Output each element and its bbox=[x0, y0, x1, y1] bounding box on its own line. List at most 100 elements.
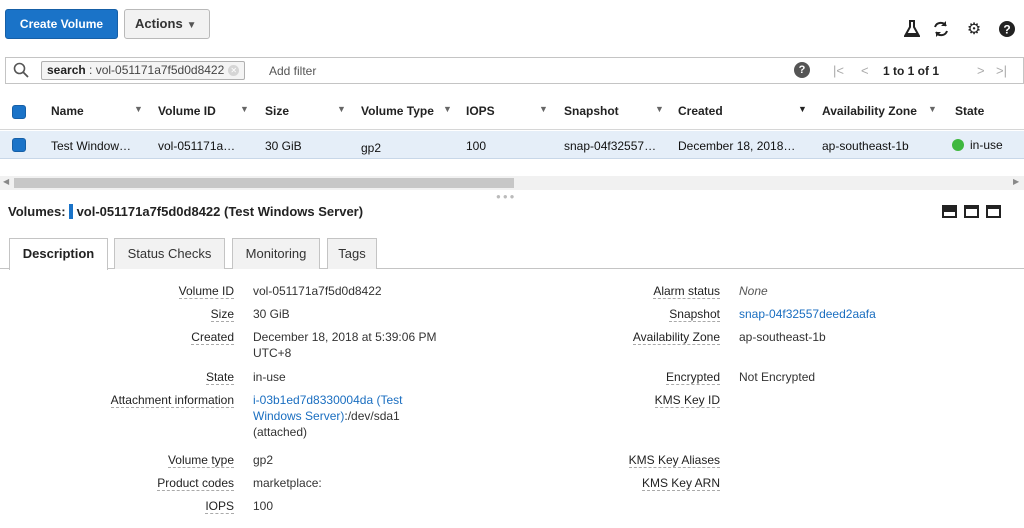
label-kms-key-arn: KMS Key ARN bbox=[641, 476, 720, 491]
column-header-snapshot[interactable]: Snapshot bbox=[564, 104, 619, 118]
value-product-codes: marketplace: bbox=[253, 476, 322, 490]
value-state: in-use bbox=[253, 370, 286, 384]
sort-icon[interactable]: ▼ bbox=[443, 104, 452, 114]
search-icon bbox=[13, 62, 29, 78]
snapshot-link[interactable]: snap-04f32557deed2aafa bbox=[739, 306, 876, 322]
column-header-volume-type[interactable]: Volume Type bbox=[361, 104, 434, 118]
sort-icon[interactable]: ▼ bbox=[539, 104, 548, 114]
label-snapshot: Snapshot bbox=[669, 307, 720, 322]
detail-title-value: vol-051171a7f5d0d8422 (Test Windows Serv… bbox=[76, 204, 364, 219]
instance-link[interactable]: i-03b1ed7d8330004da (Test bbox=[253, 392, 433, 408]
last-page-icon[interactable]: >| bbox=[996, 63, 1007, 78]
create-volume-button[interactable]: Create Volume bbox=[5, 9, 118, 39]
layout-split-icon[interactable] bbox=[964, 205, 979, 218]
tab-description[interactable]: Description bbox=[9, 238, 108, 270]
cell-created: December 18, 2018… bbox=[678, 139, 796, 153]
attach-status: (attached) bbox=[253, 425, 308, 439]
cell-iops: 100 bbox=[466, 139, 487, 153]
search-filter-token[interactable]: search : vol-051171a7f5d0d8422 ✕ bbox=[41, 61, 246, 80]
filter-bar: search : vol-051171a7f5d0d8422 ✕ Add filt… bbox=[5, 57, 1024, 84]
status-dot-icon bbox=[952, 139, 964, 151]
prev-page-icon[interactable]: < bbox=[861, 63, 869, 78]
sort-icon[interactable]: ▼ bbox=[134, 104, 143, 114]
actions-dropdown[interactable]: Actions ▼ bbox=[124, 9, 210, 39]
value-volume-id: vol-051171a7f5d0d8422 bbox=[253, 284, 382, 298]
select-all-checkbox[interactable] bbox=[12, 105, 26, 119]
actions-label: Actions bbox=[135, 16, 183, 31]
sort-icon[interactable]: ▼ bbox=[655, 104, 664, 114]
column-header-name[interactable]: Name bbox=[51, 104, 84, 118]
label-alarm-status: Alarm status bbox=[653, 284, 720, 299]
instance-link-cont[interactable]: Windows Server) bbox=[253, 409, 344, 423]
pagination: |< < 1 to 1 of 1 > >| bbox=[828, 63, 1018, 81]
scroll-left-icon[interactable]: ◀ bbox=[3, 177, 9, 186]
next-page-icon[interactable]: > bbox=[977, 63, 985, 78]
label-state: State bbox=[205, 370, 234, 385]
cell-size: 30 GiB bbox=[265, 139, 302, 153]
value-iops: 100 bbox=[253, 499, 274, 513]
toolbar: Create Volume Actions ▼ ⚙ ? bbox=[0, 0, 1024, 48]
column-header-volume-id[interactable]: Volume ID bbox=[158, 104, 216, 118]
detail-tabs: Description Status Checks Monitoring Tag… bbox=[0, 238, 1024, 270]
table-row[interactable]: Test Window… vol-051171a… 30 GiB gp2 100… bbox=[0, 131, 1024, 159]
label-size: Size bbox=[210, 307, 234, 322]
value-encrypted: Not Encrypted bbox=[739, 370, 816, 384]
cell-state: in-use bbox=[952, 138, 1003, 152]
detail-title-prefix: Volumes: bbox=[8, 204, 66, 219]
page-range: 1 to 1 of 1 bbox=[883, 64, 940, 78]
column-header-state[interactable]: State bbox=[955, 104, 984, 118]
column-header-created[interactable]: Created bbox=[678, 104, 723, 118]
horizontal-scrollbar[interactable]: ◀ ▶ bbox=[0, 176, 1024, 190]
tab-monitoring[interactable]: Monitoring bbox=[232, 238, 320, 269]
table-header: Name ▼ Volume ID ▼ Size ▼ Volume Type ▼ … bbox=[0, 92, 1024, 130]
sort-icon[interactable]: ▼ bbox=[928, 104, 937, 114]
column-header-size[interactable]: Size bbox=[265, 104, 289, 118]
row-checkbox[interactable] bbox=[12, 138, 26, 152]
value-created: December 18, 2018 at 5:39:06 PM UTC+8 bbox=[253, 330, 437, 360]
token-key: search bbox=[47, 63, 86, 77]
label-encrypted: Encrypted bbox=[665, 370, 720, 385]
refresh-icon[interactable] bbox=[931, 20, 951, 40]
label-volume-type: Volume type bbox=[167, 453, 234, 468]
gear-icon[interactable]: ⚙ bbox=[964, 20, 984, 40]
sort-icon[interactable]: ▼ bbox=[798, 104, 807, 114]
device-path: :/dev/sda1 bbox=[344, 409, 400, 423]
add-filter-input[interactable]: Add filter bbox=[269, 64, 316, 78]
tab-status-checks[interactable]: Status Checks bbox=[114, 238, 225, 269]
label-attachment-information: Attachment information bbox=[110, 393, 234, 408]
cell-availability-zone: ap-southeast-1b bbox=[822, 139, 909, 153]
cell-name: Test Window… bbox=[51, 139, 132, 153]
help-circle-icon[interactable]: ? bbox=[997, 20, 1017, 40]
label-volume-id: Volume ID bbox=[178, 284, 234, 299]
scroll-right-icon[interactable]: ▶ bbox=[1013, 177, 1019, 186]
sort-icon[interactable]: ▼ bbox=[240, 104, 249, 114]
selection-marker bbox=[68, 204, 73, 219]
value-alarm-status: None bbox=[739, 284, 768, 298]
first-page-icon[interactable]: |< bbox=[833, 63, 844, 78]
label-availability-zone: Availability Zone bbox=[632, 330, 720, 345]
value-availability-zone: ap-southeast-1b bbox=[739, 330, 826, 344]
value-size: 30 GiB bbox=[253, 307, 290, 321]
remove-token-icon[interactable]: ✕ bbox=[228, 65, 240, 77]
label-kms-key-id: KMS Key ID bbox=[654, 393, 720, 408]
column-header-iops[interactable]: IOPS bbox=[466, 104, 495, 118]
value-volume-type: gp2 bbox=[253, 453, 274, 467]
cell-snapshot: snap-04f32557… bbox=[564, 139, 657, 153]
column-header-availability-zone[interactable]: Availability Zone bbox=[822, 104, 917, 118]
layout-bottom-icon[interactable] bbox=[942, 205, 957, 218]
flask-icon[interactable] bbox=[902, 20, 922, 40]
cell-volume-type: gp2 bbox=[361, 141, 382, 155]
scrollbar-thumb[interactable] bbox=[14, 178, 514, 188]
tab-tags[interactable]: Tags bbox=[327, 238, 377, 269]
sort-icon[interactable]: ▼ bbox=[337, 104, 346, 114]
label-product-codes: Product codes bbox=[157, 476, 234, 491]
resize-grip-icon[interactable]: ●●● bbox=[496, 192, 517, 201]
cell-volume-id: vol-051171a… bbox=[158, 139, 236, 153]
label-created: Created bbox=[191, 330, 234, 345]
detail-title: Volumes: vol-051171a7f5d0d8422 (Test Wind… bbox=[8, 204, 363, 219]
filter-help-icon[interactable]: ? bbox=[794, 62, 810, 78]
state-text: in-use bbox=[970, 138, 1003, 152]
label-kms-key-aliases: KMS Key Aliases bbox=[628, 453, 720, 468]
token-value: : vol-051171a7f5d0d8422 bbox=[85, 63, 225, 77]
layout-top-icon[interactable] bbox=[986, 205, 1001, 218]
